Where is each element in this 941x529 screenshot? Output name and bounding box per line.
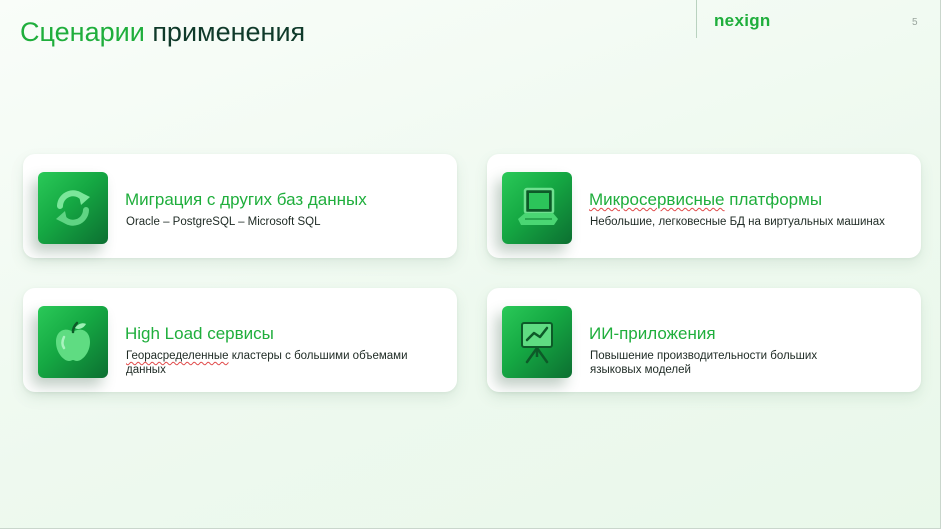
slide: Сценарии применения nexign 5 Миграция с …: [0, 0, 941, 529]
card-description: Oracle – PostgreSQL – Microsoft SQL: [126, 216, 321, 228]
card-microservices: Микросервисные платформы Небольшие, легк…: [487, 154, 921, 258]
brand-logo: nexign: [714, 11, 771, 30]
apple-icon: [38, 306, 108, 378]
card-desc-spellcheck-word: Георасределенные: [126, 350, 229, 362]
card-title: High Load сервисы: [125, 324, 274, 343]
card-ai-apps: ИИ-приложения Повышение производительнос…: [487, 288, 921, 392]
card-description: Георасределенные кластеры с большими объ…: [126, 349, 446, 377]
card-title-rest: платформы: [724, 190, 823, 209]
card-high-load: High Load сервисы Георасределенные класт…: [23, 288, 457, 392]
card-title: Миграция с других баз данных: [125, 190, 367, 209]
page-number: 5: [912, 17, 918, 28]
card-migration: Миграция с других баз данных Oracle – Po…: [23, 154, 457, 258]
refresh-icon: [38, 172, 108, 244]
page-title: Сценарии применения: [20, 15, 305, 49]
header-divider: [696, 0, 697, 38]
laptop-icon: [502, 172, 572, 244]
page-title-rest: применения: [152, 17, 306, 47]
card-description: Повышение производительности больших язы…: [590, 350, 818, 376]
card-description: Небольшие, легковесные БД на виртуальных…: [590, 216, 885, 228]
presentation-board-icon: [502, 306, 572, 378]
card-title-spellcheck-word: Микросервисные: [589, 190, 725, 209]
card-title: ИИ-приложения: [589, 324, 716, 343]
card-title: Микросервисные платформы: [589, 190, 822, 210]
page-title-accent: Сценарии: [20, 17, 145, 47]
